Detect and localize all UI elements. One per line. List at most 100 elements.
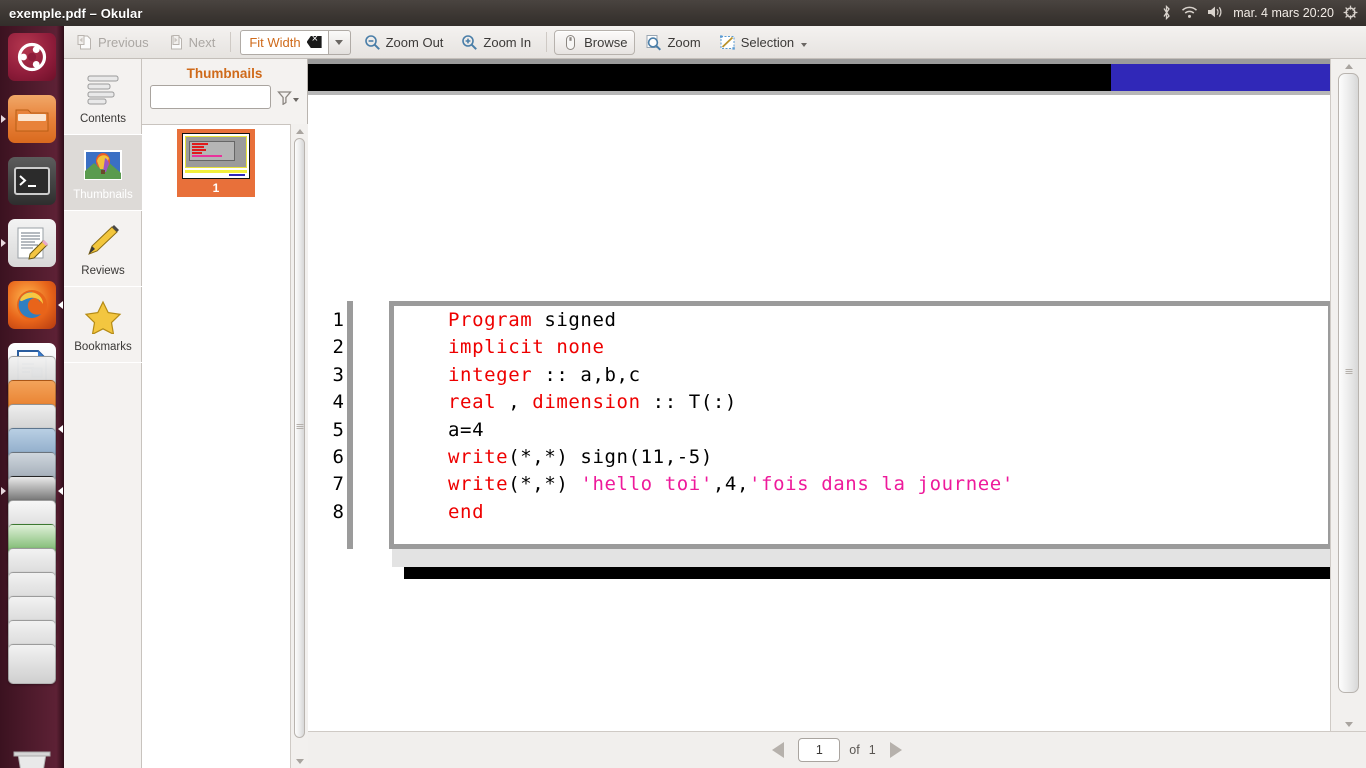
pager-previous-button[interactable] [767, 740, 789, 760]
zoom-combobox-value-area[interactable]: Fit Width [240, 29, 328, 55]
code-token: (*,*) [508, 473, 581, 496]
code-gutter [347, 301, 353, 549]
next-page-icon [167, 34, 184, 51]
code-line: a=4 [448, 417, 1014, 444]
volume-icon[interactable] [1207, 5, 1224, 21]
code-line: write(*,*) sign(11,-5) [448, 444, 1014, 471]
page-scroll-down-arrow[interactable] [1331, 717, 1366, 731]
launcher-item-terminal[interactable] [0, 150, 64, 212]
sidebar-item-contents[interactable]: Contents [64, 59, 142, 135]
okular-window: Previous Next Fit Width × Zoom Out Zoom … [64, 26, 1366, 768]
code-line: end [448, 499, 1014, 526]
zoom-out-icon [364, 34, 381, 51]
scroll-grip-icon [1345, 369, 1352, 374]
zoom-in-label: Zoom In [483, 34, 532, 50]
thumbnails-scroll-up-arrow[interactable] [291, 124, 308, 138]
bluetooth-icon[interactable] [1161, 4, 1172, 22]
chevron-down-icon [293, 97, 299, 102]
pager-of-label: of [849, 743, 860, 757]
selection-tool-button[interactable]: Selection [711, 30, 815, 55]
launcher-item-ubuntu[interactable] [0, 26, 64, 88]
thumbnails-scroll-thumb[interactable] [294, 138, 305, 738]
zoom-combobox-arrow-button[interactable] [327, 29, 351, 55]
chevron-up-icon [1344, 63, 1353, 69]
window-title: exemple.pdf – Okular [9, 5, 143, 21]
mouse-icon [562, 34, 579, 51]
code-line: Program signed [448, 307, 1014, 334]
code-line-number: 3 [332, 363, 344, 386]
zoom-in-button[interactable]: Zoom In [453, 30, 539, 55]
code-token: (*,*) sign(11,-5) [508, 446, 713, 469]
code-token: signed [532, 309, 617, 331]
zoom-tool-button[interactable]: Zoom [637, 30, 708, 55]
browse-tool-label: Browse [584, 34, 628, 50]
next-button[interactable]: Next [159, 30, 224, 55]
thumbnails-search-input[interactable] [150, 85, 271, 109]
clock[interactable]: mar. 4 mars 20:20 [1233, 6, 1334, 20]
trash-icon [13, 751, 51, 768]
zoom-combobox-value: Fit Width [249, 34, 301, 50]
clear-icon[interactable] [306, 36, 322, 48]
launcher-item-trash[interactable] [8, 750, 56, 768]
thumbnail-page-preview [182, 133, 250, 179]
sidebar-item-thumbnails[interactable]: Thumbnails [64, 135, 142, 211]
page-number-input[interactable]: 1 [798, 738, 841, 762]
ubuntu-icon [8, 33, 56, 81]
page-scroll-up-arrow[interactable] [1331, 59, 1366, 73]
code-line: real , dimension :: T(:) [448, 389, 1014, 416]
launcher-item-files[interactable] [0, 88, 64, 150]
code-token: 'hello toi' [580, 473, 713, 496]
selection-icon [719, 34, 736, 51]
code-token: 'fois dans la journee' [749, 473, 1014, 496]
code-line: integer :: a,b,c [448, 362, 1014, 389]
chevron-down-icon[interactable] [801, 42, 808, 47]
thumbnails-scrollbar[interactable] [290, 124, 308, 768]
wifi-icon[interactable] [1181, 5, 1198, 21]
code-line-number: 7 [332, 473, 344, 496]
prev-page-icon [772, 742, 785, 758]
code-token: , [496, 391, 533, 414]
code-token: real [448, 391, 497, 414]
launcher-stacked-windows[interactable] [0, 356, 64, 756]
thumbnails-filter-button[interactable] [277, 90, 299, 105]
page-scroll-thumb[interactable] [1338, 73, 1359, 693]
thumbnails-search-row [142, 85, 307, 109]
code-token: :: a,b,c [532, 363, 641, 386]
launcher-item-text-editor[interactable] [0, 212, 64, 274]
zoom-combobox[interactable]: Fit Width [240, 29, 351, 55]
previous-page-icon [76, 34, 93, 51]
zoom-in-icon [461, 34, 478, 51]
previous-button[interactable]: Previous [68, 30, 157, 55]
okular-sidebar-nav: Contents Thumbnails Reviews Bookmarks [64, 59, 142, 768]
contents-icon [82, 68, 124, 110]
thumbnails-scroll-down-arrow[interactable] [291, 754, 308, 768]
stack-sheet [8, 644, 56, 684]
launcher-item-firefox[interactable] [0, 274, 64, 336]
pager-next-button[interactable] [885, 740, 907, 760]
sidebar-item-contents-label: Contents [79, 113, 127, 125]
pdf-page-view[interactable]: Introduction 12345678 Program signedimpl… [308, 59, 1330, 731]
chevron-down-icon [335, 39, 344, 45]
code-line-number: 1 [332, 309, 344, 331]
thumbnails-panel: Thumbnails 1 [142, 59, 308, 768]
code-line: write(*,*) 'hello toi',4,'fois dans la j… [448, 471, 1014, 498]
previous-button-label: Previous [98, 34, 149, 50]
code-content: Program signed implicit none integer :: a,… [448, 307, 1014, 526]
zoom-out-button[interactable]: Zoom Out [356, 30, 452, 55]
code-token: Program [448, 309, 533, 331]
sidebar-item-thumbnails-label: Thumbnails [73, 189, 133, 201]
code-token: end [448, 500, 485, 523]
thumbnail-page-item[interactable]: 1 [177, 129, 255, 197]
thumbnails-list[interactable]: 1 [142, 124, 290, 768]
chevron-up-icon [295, 128, 304, 134]
code-token: integer [448, 363, 533, 386]
browse-tool-button[interactable]: Browse [554, 29, 636, 55]
gear-icon[interactable] [1343, 5, 1358, 22]
text-editor-icon [8, 219, 56, 267]
sidebar-item-bookmarks[interactable]: Bookmarks [64, 287, 142, 363]
firefox-icon [8, 281, 56, 329]
sidebar-item-reviews[interactable]: Reviews [64, 211, 142, 287]
pdf-under-band [308, 91, 1330, 95]
running-indicator-icon [1, 239, 6, 247]
page-view-scrollbar[interactable] [1330, 59, 1366, 731]
